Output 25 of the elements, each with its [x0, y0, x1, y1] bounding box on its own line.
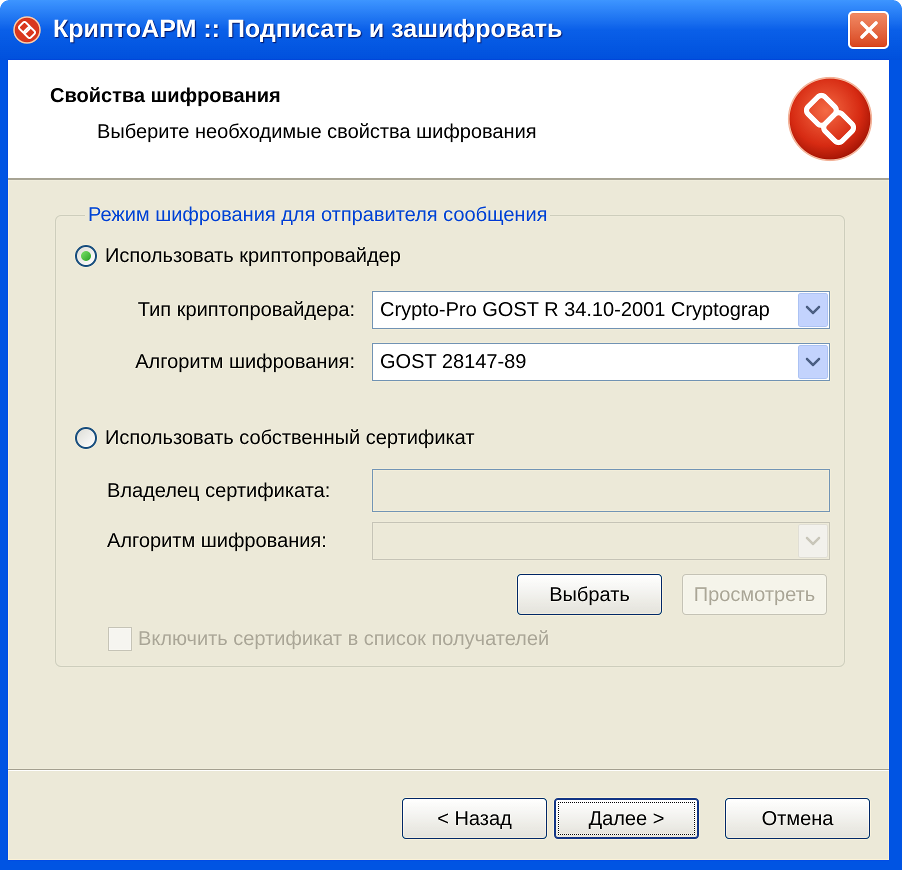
choose-button[interactable]: Выбрать: [517, 574, 662, 615]
close-icon: [858, 20, 878, 40]
header-subtitle: Выберите необходимые свойства шифрования: [96, 120, 538, 145]
dropdown[interactable]: Crypto-Pro GOST R 34.10-2001 Cryptograp: [372, 291, 830, 329]
radio-label[interactable]: Использовать криптопровайдер: [105, 241, 401, 271]
radio-button[interactable]: [75, 245, 97, 267]
back-button[interactable]: < Назад: [402, 798, 547, 839]
field-label: Алгоритм шифрования:: [134, 350, 355, 375]
next-button[interactable]: Далее >: [554, 798, 699, 839]
close-button[interactable]: [848, 11, 889, 49]
field-label: Владелец сертификата:: [106, 478, 332, 504]
window-title: КриптоАРМ :: Подписать и зашифровать: [53, 14, 562, 46]
field-label: Алгоритм шифрования:: [106, 529, 328, 554]
chevron-down-icon[interactable]: [798, 293, 828, 327]
chain-logo-icon: [787, 76, 873, 162]
chevron-down-icon[interactable]: [798, 345, 828, 379]
field-label: Тип криптопровайдера:: [136, 298, 355, 323]
app-icon: [13, 16, 41, 44]
radio-label[interactable]: Использовать собственный сертификат: [105, 423, 475, 453]
group-box-title: Режим шифрования для отправителя сообщения: [87, 203, 548, 228]
text-field[interactable]: [372, 469, 830, 512]
header-title: Свойства шифрования: [50, 84, 282, 109]
cancel-button[interactable]: Отмена: [725, 798, 870, 839]
radio-button[interactable]: [75, 427, 97, 449]
dropdown[interactable]: GOST 28147-89: [372, 343, 830, 381]
